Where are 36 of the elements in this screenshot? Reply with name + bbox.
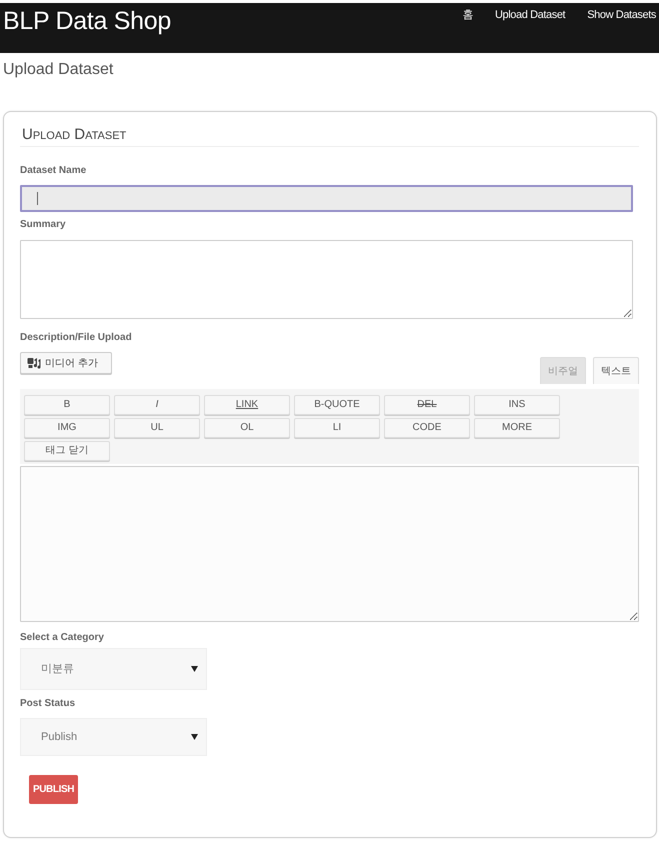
text-cursor-icon xyxy=(37,192,38,205)
editor-tab[interactable]: 텍스트 xyxy=(593,357,639,384)
toolbar-button[interactable]: LINK xyxy=(204,395,290,415)
toolbar-button[interactable]: CODE xyxy=(384,418,470,438)
page-title: Upload Dataset xyxy=(3,60,114,80)
media-icon xyxy=(27,357,41,369)
toolbar-button[interactable]: LI xyxy=(294,418,380,438)
nav-link[interactable]: 홈 xyxy=(462,8,473,22)
toolbar-button[interactable]: DEL xyxy=(384,395,470,415)
toolbar-button[interactable]: 태그 닫기 xyxy=(24,441,110,461)
field-label: Select a Category xyxy=(20,632,105,644)
editor-textarea[interactable] xyxy=(20,466,639,622)
caret-icon xyxy=(191,666,198,672)
caret-icon xyxy=(191,734,198,740)
toolbar-button[interactable]: I xyxy=(114,395,200,415)
toolbar-button[interactable]: MORE xyxy=(474,418,560,438)
toolbar-button[interactable]: IMG xyxy=(24,418,110,438)
toolbar-button[interactable]: UL xyxy=(114,418,200,438)
text-input-field[interactable] xyxy=(20,185,633,212)
publish-button[interactable]: PUBLISH xyxy=(29,775,78,804)
field-label: Description/File Upload xyxy=(20,332,133,344)
summary-textarea[interactable] xyxy=(20,240,633,319)
toolbar-button[interactable]: OL xyxy=(204,418,290,438)
field-label: Summary xyxy=(20,219,67,231)
toolbar-button[interactable]: B xyxy=(24,395,110,415)
field-label: Post Status xyxy=(20,698,76,710)
category-select[interactable]: 미분류 xyxy=(20,648,207,690)
add-media-button[interactable]: 미디어 추가 xyxy=(20,352,112,374)
site-brand[interactable]: BLP Data Shop xyxy=(3,3,171,36)
form-heading: Upload Dataset xyxy=(21,125,128,145)
toolbar-button[interactable]: B-QUOTE xyxy=(294,395,380,415)
nav-link[interactable]: Show Datasets xyxy=(587,8,656,22)
toolbar-button[interactable]: INS xyxy=(474,395,560,415)
field-label: Dataset Name xyxy=(20,165,88,177)
nav-link[interactable]: Upload Dataset xyxy=(494,8,566,22)
status-select[interactable]: Publish xyxy=(20,718,207,756)
